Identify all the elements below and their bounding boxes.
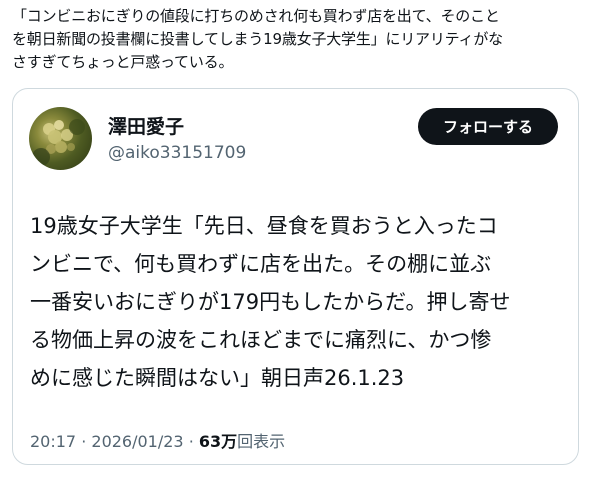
views-label: 回表示 <box>237 432 286 451</box>
avatar[interactable] <box>29 107 92 170</box>
tweet-text-line: めに感じた瞬間はない」朝日声26.1.23 <box>30 366 405 390</box>
tweet-text-line: 一番安いおにぎりが179円もしたからだ。押し寄せ <box>30 290 511 314</box>
quote-line: を朝日新聞の投書欄に投書してしまう19歳女子大学生」にリアリティがな <box>12 30 503 48</box>
follow-button[interactable]: フォローする <box>418 108 558 145</box>
quote-line: 「コンビニおにぎりの値段に打ちのめされ何も買わず店を出て、そのこと <box>12 7 500 25</box>
author-handle[interactable]: @aiko33151709 <box>108 143 246 163</box>
author-name[interactable]: 澤田愛子 <box>108 112 184 139</box>
tweet-text-line: ンビニで、何も買わずに店を出た。その棚に並ぶ <box>30 252 492 276</box>
tweet-time[interactable]: 20:17 <box>30 432 76 451</box>
meta-separator: · <box>81 432 87 451</box>
quote-comment: 「コンビニおにぎりの値段に打ちのめされ何も買わず店を出て、そのこと を朝日新聞の… <box>12 5 584 74</box>
tweet-date[interactable]: 2026/01/23 <box>91 432 183 451</box>
tweet-text-line: る物価上昇の波をこれほどまでに痛烈に、かつ惨 <box>30 328 492 352</box>
tweet-meta: 20:17 · 2026/01/23 · 63万回表示 <box>30 428 285 452</box>
tweet-text: 19歳女子大学生「先日、昼食を買おうと入ったコ ンビニで、何も買わずに店を出た。… <box>30 207 570 397</box>
tweet-text-line: 19歳女子大学生「先日、昼食を買おうと入ったコ <box>30 214 498 238</box>
embedded-tweet-card[interactable]: 澤田愛子 @aiko33151709 フォローする 19歳女子大学生「先日、昼食… <box>12 88 579 465</box>
quote-line: さすぎてちょっと戸惑っている。 <box>12 53 234 71</box>
meta-separator: · <box>188 432 194 451</box>
views-count: 63万 <box>198 432 238 451</box>
